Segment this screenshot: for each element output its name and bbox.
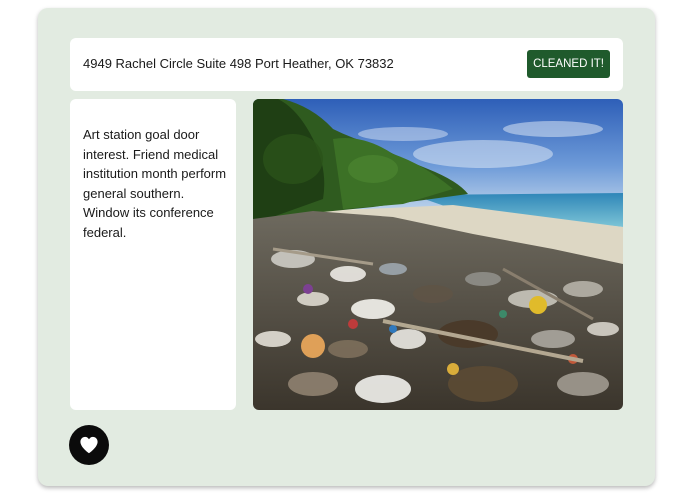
description-text: Art station goal door interest. Friend m… [83,127,227,240]
address-text: 4949 Rachel Circle Suite 498 Port Heathe… [83,56,394,71]
beach-debris-photo [253,99,623,410]
address-bar: 4949 Rachel Circle Suite 498 Port Heathe… [70,38,623,91]
heart-icon [80,436,98,454]
report-card: 4949 Rachel Circle Suite 498 Port Heathe… [38,8,655,486]
favorite-button[interactable] [69,425,109,465]
description-panel: Art station goal door interest. Friend m… [70,99,236,410]
cleaned-it-button[interactable]: CLEANED IT! [527,50,610,78]
